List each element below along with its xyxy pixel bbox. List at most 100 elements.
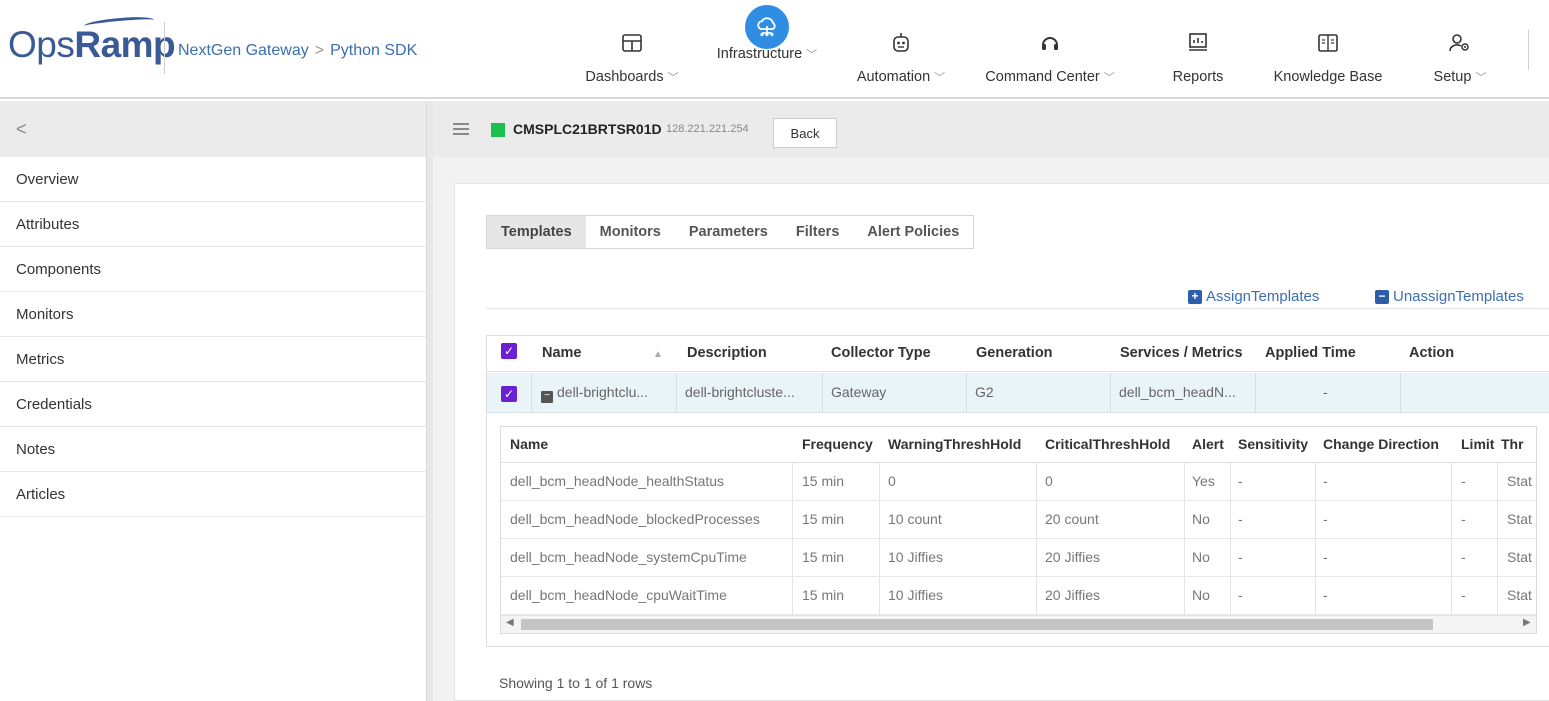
tab-parameters[interactable]: Parameters (675, 216, 782, 248)
cell-collector-type: Gateway (831, 384, 887, 400)
column-header-collector-type[interactable]: Collector Type (831, 345, 931, 361)
nav-reports[interactable]: Reports (1160, 0, 1236, 97)
metric-frequency: 15 min (802, 587, 845, 603)
metric-sensitivity: - (1238, 473, 1243, 489)
select-all-checkbox[interactable]: ✓ (501, 343, 517, 359)
nav-command-center[interactable]: Command Center ﹀ (972, 0, 1128, 97)
metric-limit: - (1461, 511, 1466, 527)
nav-label: Knowledge Base (1273, 69, 1383, 85)
collapse-row-icon[interactable]: − (541, 391, 553, 403)
sub-column-frequency[interactable]: Frequency (802, 436, 873, 452)
scroll-left-icon[interactable]: ◀ (506, 617, 514, 628)
nav-infrastructure[interactable]: Infrastructure ﹀ (703, 0, 831, 97)
nav-label: Reports (1172, 69, 1224, 85)
assign-templates-link[interactable]: + AssignTemplates (1188, 288, 1319, 305)
sub-column-change-direction[interactable]: Change Direction (1323, 436, 1439, 452)
metric-name: dell_bcm_headNode_systemCpuTime (510, 549, 747, 565)
sub-column-alert[interactable]: Alert (1192, 436, 1224, 452)
sidebar-item-attributes[interactable]: Attributes (0, 202, 426, 247)
cell-name[interactable]: − dell-brightclu... (541, 384, 648, 403)
metric-threshold-type: Stat (1507, 473, 1532, 489)
nav-label: Command Center (985, 69, 1100, 85)
metric-change-direction: - (1323, 473, 1328, 489)
resource-sidebar: < Overview Attributes Components Monitor… (0, 101, 427, 701)
sidebar-item-overview[interactable]: Overview (0, 157, 426, 202)
resource-header: CMSPLC21BRTSR01D 128.221.221.254 Back (433, 101, 1549, 157)
back-button[interactable]: Back (773, 118, 837, 148)
scroll-right-icon[interactable]: ▶ (1523, 617, 1531, 628)
column-header-description[interactable]: Description (687, 345, 767, 361)
tab-templates[interactable]: Templates (487, 216, 586, 248)
sub-column-critical-threshold[interactable]: CriticalThreshHold (1045, 436, 1170, 452)
metric-threshold-type: Stat (1507, 549, 1532, 565)
sidebar-item-metrics[interactable]: Metrics (0, 337, 426, 382)
metric-sensitivity: - (1238, 549, 1243, 565)
sidebar-item-credentials[interactable]: Credentials (0, 382, 426, 427)
status-indicator (491, 123, 505, 137)
column-header-services-metrics[interactable]: Services / Metrics (1120, 345, 1243, 361)
header-divider (164, 22, 165, 74)
column-header-name[interactable]: Name (542, 345, 582, 361)
table-header: ✓ Name ▲ Description Collector Type Gene… (487, 336, 1549, 372)
sidebar-item-notes[interactable]: Notes (0, 427, 426, 472)
metric-warning: 10 count (888, 511, 942, 527)
horizontal-scrollbar[interactable]: ◀ ▶ (501, 615, 1536, 633)
sidebar-item-monitors[interactable]: Monitors (0, 292, 426, 337)
sidebar-collapse-button[interactable]: < (0, 101, 426, 157)
plus-square-icon: + (1188, 289, 1202, 304)
row-checkbox[interactable]: ✓ (501, 386, 517, 402)
column-header-action[interactable]: Action (1409, 345, 1454, 361)
header-right-divider (1528, 30, 1529, 70)
sidebar-item-components[interactable]: Components (0, 247, 426, 292)
nav-dashboards[interactable]: Dashboards ﹀ (574, 0, 690, 97)
assign-templates-label: AssignTemplates (1206, 288, 1320, 305)
dashboard-icon (622, 28, 642, 58)
cell-divider (822, 373, 823, 413)
table-row[interactable]: dell_bcm_headNode_cpuWaitTime 15 min 10 … (501, 577, 1536, 615)
cell-generation: G2 (975, 384, 994, 400)
metric-threshold-type: Stat (1507, 511, 1532, 527)
nav-label: Setup (1433, 69, 1472, 85)
sub-column-limit[interactable]: Limit (1461, 436, 1494, 452)
table-row[interactable]: dell_bcm_headNode_blockedProcesses 15 mi… (501, 501, 1536, 539)
metric-limit: - (1461, 549, 1466, 565)
breadcrumb-current[interactable]: Python SDK (330, 42, 417, 59)
sidebar-item-articles[interactable]: Articles (0, 472, 426, 517)
breadcrumb-separator: > (314, 42, 325, 59)
menu-icon[interactable] (453, 123, 469, 135)
chevron-down-icon: ﹀ (667, 72, 679, 84)
sub-column-threshold-type[interactable]: Thr (1501, 436, 1524, 452)
table-row[interactable]: dell_bcm_headNode_systemCpuTime 15 min 1… (501, 539, 1536, 577)
metric-change-direction: - (1323, 587, 1328, 603)
nav-knowledge-base[interactable]: Knowledge Base (1262, 0, 1394, 97)
sub-column-sensitivity[interactable]: Sensitivity (1238, 436, 1308, 452)
nav-automation[interactable]: Automation ﹀ (845, 0, 957, 97)
sub-column-name[interactable]: Name (510, 436, 548, 452)
breadcrumb-parent[interactable]: NextGen Gateway (178, 42, 309, 59)
metric-frequency: 15 min (802, 473, 845, 489)
nav-setup[interactable]: Setup ﹀ (1424, 0, 1496, 97)
scrollbar-thumb[interactable] (521, 619, 1433, 630)
resource-ip: 128.221.221.254 (666, 123, 749, 135)
cell-description: dell-brightcluste... (685, 384, 795, 400)
metric-alert: No (1192, 549, 1210, 565)
metric-alert: No (1192, 511, 1210, 527)
report-icon (1188, 28, 1208, 58)
table-row[interactable]: ✓ − dell-brightclu... dell-brightcluste..… (487, 373, 1549, 413)
column-header-applied-time[interactable]: Applied Time (1265, 345, 1356, 361)
table-row[interactable]: dell_bcm_headNode_healthStatus 15 min 0 … (501, 463, 1536, 501)
metric-change-direction: - (1323, 549, 1328, 565)
cell-divider (966, 373, 967, 413)
unassign-templates-link[interactable]: − UnassignTemplates (1375, 288, 1524, 305)
tab-monitors[interactable]: Monitors (586, 216, 675, 248)
metric-warning: 10 Jiffies (888, 587, 943, 603)
metric-alert: No (1192, 587, 1210, 603)
tab-alert-policies[interactable]: Alert Policies (853, 216, 973, 248)
tab-filters[interactable]: Filters (782, 216, 854, 248)
sub-column-warning-threshold[interactable]: WarningThreshHold (888, 436, 1021, 452)
metric-threshold-type: Stat (1507, 587, 1532, 603)
sort-icon[interactable]: ▲ (653, 349, 663, 360)
column-header-generation[interactable]: Generation (976, 345, 1053, 361)
cloud-network-icon (745, 5, 789, 49)
top-header: OpsRamp NextGen Gateway > Python SDK Dashb… (0, 0, 1549, 99)
